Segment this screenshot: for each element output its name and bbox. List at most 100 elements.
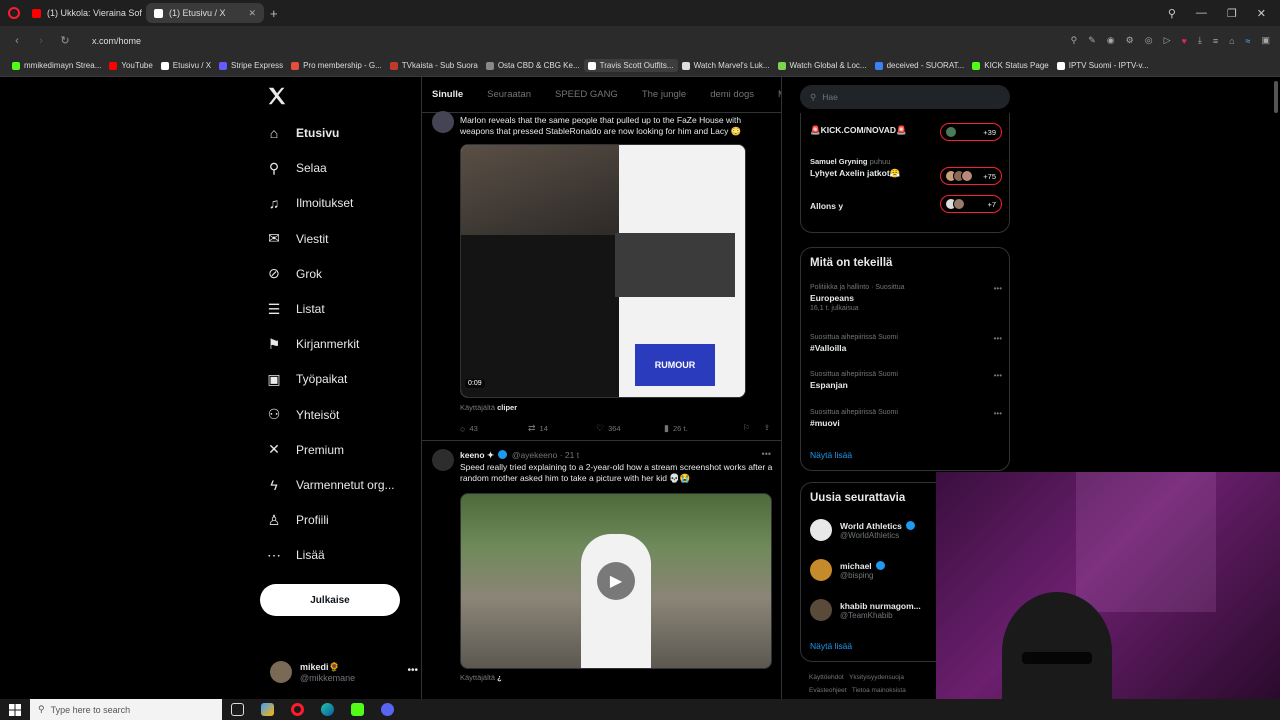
tweet-time[interactable]: 21 t [565,450,579,460]
bookmark-item[interactable]: Etusivu / X [157,59,215,72]
nav-item-list[interactable]: ☰ Listat [266,297,325,321]
play-icon[interactable]: ▶ [597,562,635,600]
bookmark-item[interactable]: Watch Marvel's Luk... [678,59,774,72]
vpn-icon[interactable]: ◎ [1145,35,1153,46]
tweet-video[interactable]: RUMOUR 0:09 [460,144,746,398]
author-name[interactable]: keeno [460,450,485,460]
new-tab-button[interactable]: + [270,6,278,21]
bookmark-item[interactable]: YouTube [105,59,156,72]
author-handle[interactable]: @ayekeeno [512,450,558,460]
bookmark-icon[interactable]: ⚐ [743,423,750,434]
account-switcher[interactable]: mikedi🌻 @mikkemane ••• [270,657,418,687]
space-listeners[interactable]: +7 [940,195,1002,213]
footer-link[interactable]: Evästeohjeet [809,687,847,694]
space-listeners[interactable]: +39 [940,123,1002,141]
close-window-button[interactable]: ✕ [1257,7,1266,20]
aria-icon[interactable]: ≈ [1246,36,1251,46]
paint-icon[interactable] [252,699,282,720]
page-scrollbar[interactable] [1274,81,1278,113]
space-item[interactable]: Samuel Gryning puhuu Lyhyet Axelin jatko… [810,157,1002,185]
nav-item-more[interactable]: ⋯ Lisää [266,543,325,567]
timeline-tab[interactable]: Seuraatan [487,89,531,100]
space-listeners[interactable]: +75 [940,167,1002,185]
bookmark-item[interactable]: TVkaista - Sub Suora [386,59,482,72]
camera-icon[interactable]: ◉ [1107,35,1115,46]
nav-item-mail[interactable]: ✉ Viestit [266,227,328,251]
download-icon[interactable]: ⤓ [1198,35,1202,46]
browser-tab-youtube[interactable]: (1) Ukkola: Vieraina Sofia ✕ [24,3,142,23]
nav-item-lightning[interactable]: ϟ Varmennetut org... [266,473,394,497]
footer-link[interactable]: Yksityisyydensuoja [849,674,904,681]
reply-button[interactable]: ○ 43 [460,423,528,434]
maximize-button[interactable]: ❐ [1227,7,1237,20]
search-icon[interactable]: ⚲ [1071,35,1078,46]
opera-icon[interactable] [282,699,312,720]
share-icon[interactable]: ⇪ [764,423,770,434]
footer-link[interactable]: Käyttöehdot [809,674,844,681]
trend-item[interactable]: Suosittua aihepiirissä Suomi #muovi ••• [810,409,1002,428]
post-button[interactable]: Julkaise [260,584,400,616]
tweet-video[interactable]: ▶ [460,493,772,669]
footer-link[interactable]: Tietoa mainoksista [852,687,906,694]
repost-button[interactable]: ⇄ 14 [528,423,596,434]
bookmark-item[interactable]: KICK Status Page [968,59,1052,72]
edit-icon[interactable]: ✎ [1088,35,1096,46]
task-view-icon[interactable] [222,699,252,720]
browser-tab-x[interactable]: (1) Etusivu / X ✕ [146,3,264,23]
play-icon[interactable]: ▷ [1164,35,1171,46]
bookmark-item[interactable]: Osta CBD & CBG Ke... [482,59,584,72]
url-field[interactable]: x.com/home [92,36,141,46]
discord-icon[interactable] [372,699,402,720]
views-button[interactable]: ▮ 26 t. [664,423,732,434]
more-dots-icon[interactable]: ••• [994,371,1002,380]
reload-button[interactable]: ↻ [58,34,72,47]
nav-item-communities[interactable]: ⚇ Yhteisöt [266,403,340,427]
bookmark-item[interactable]: mmikedimayn Strea... [8,59,105,72]
back-button[interactable]: ‹ [10,35,24,47]
timeline-tab[interactable]: The jungle [642,89,686,100]
nav-item-grok[interactable]: ⊘ Grok [266,262,322,286]
bookmark-item[interactable]: IPTV Suomi - IPTV-v... [1053,59,1153,72]
avatar[interactable] [432,111,454,133]
more-dots-icon[interactable]: ••• [994,334,1002,343]
sidebar-icon[interactable]: ▣ [1261,35,1270,46]
heart-icon[interactable]: ♥ [1182,36,1187,46]
taskbar-search-input[interactable]: ⚲ Type here to search [30,699,222,720]
timeline-tab[interactable]: McDonal [778,89,781,100]
nav-item-bell[interactable]: ♫ Ilmoitukset [266,191,354,215]
nav-item-home[interactable]: ⌂ Etusivu [266,121,340,145]
nav-item-briefcase[interactable]: ▣ Työpaikat [266,367,347,391]
bookmark-item[interactable]: Watch Global & Loc... [774,59,871,72]
kick-icon[interactable] [342,699,372,720]
nav-item-x-premium[interactable]: ✕ Premium [266,438,344,462]
nav-item-profile[interactable]: ♙ Profiili [266,508,329,532]
extension-icon[interactable]: ⚙ [1126,35,1134,46]
bookmark-item[interactable]: Stripe Express [215,59,287,72]
show-more-link[interactable]: Näytä lisää [810,641,852,651]
more-dots-icon[interactable]: ••• [407,665,418,676]
more-dots-icon[interactable]: ••• [994,284,1002,293]
edge-icon[interactable] [312,699,342,720]
bookmark-item[interactable]: deceived - SUORAT... [871,59,969,72]
bookmark-item[interactable]: Pro membership - G... [287,59,386,72]
like-button[interactable]: ♡ 364 [596,423,664,434]
credit-user[interactable]: ¿ [497,673,502,682]
nav-item-bookmark[interactable]: ⚑ Kirjanmerkit [266,332,360,356]
opera-logo-icon[interactable] [8,7,20,19]
lock-icon[interactable]: ⌂ [1229,36,1234,46]
search-tabs-icon[interactable]: ⚲ [1168,7,1176,20]
minimize-button[interactable]: — [1196,7,1207,19]
nav-item-search[interactable]: ⚲ Selaa [266,156,327,180]
show-more-link[interactable]: Näytä lisää [810,450,852,460]
start-button[interactable] [0,699,30,720]
credit-user[interactable]: cliper [497,403,517,412]
close-tab-icon[interactable]: ✕ [248,8,256,19]
tweet[interactable]: keeno ✦ @ayekeeno · 21 t ••• Speed reall… [422,443,781,699]
trend-item[interactable]: Suosittua aihepiirissä Suomi Espanjan ••… [810,371,1002,390]
space-item[interactable]: Allons y +7 [810,195,1002,213]
trend-item[interactable]: Suosittua aihepiirissä Suomi #Valloilla … [810,334,1002,353]
trend-item[interactable]: Politiikka ja hallinto · Suosittua Europ… [810,284,1002,312]
timeline-tab[interactable]: demi dogs [710,89,754,100]
more-dots-icon[interactable]: ••• [994,409,1002,418]
avatar[interactable] [432,449,454,471]
